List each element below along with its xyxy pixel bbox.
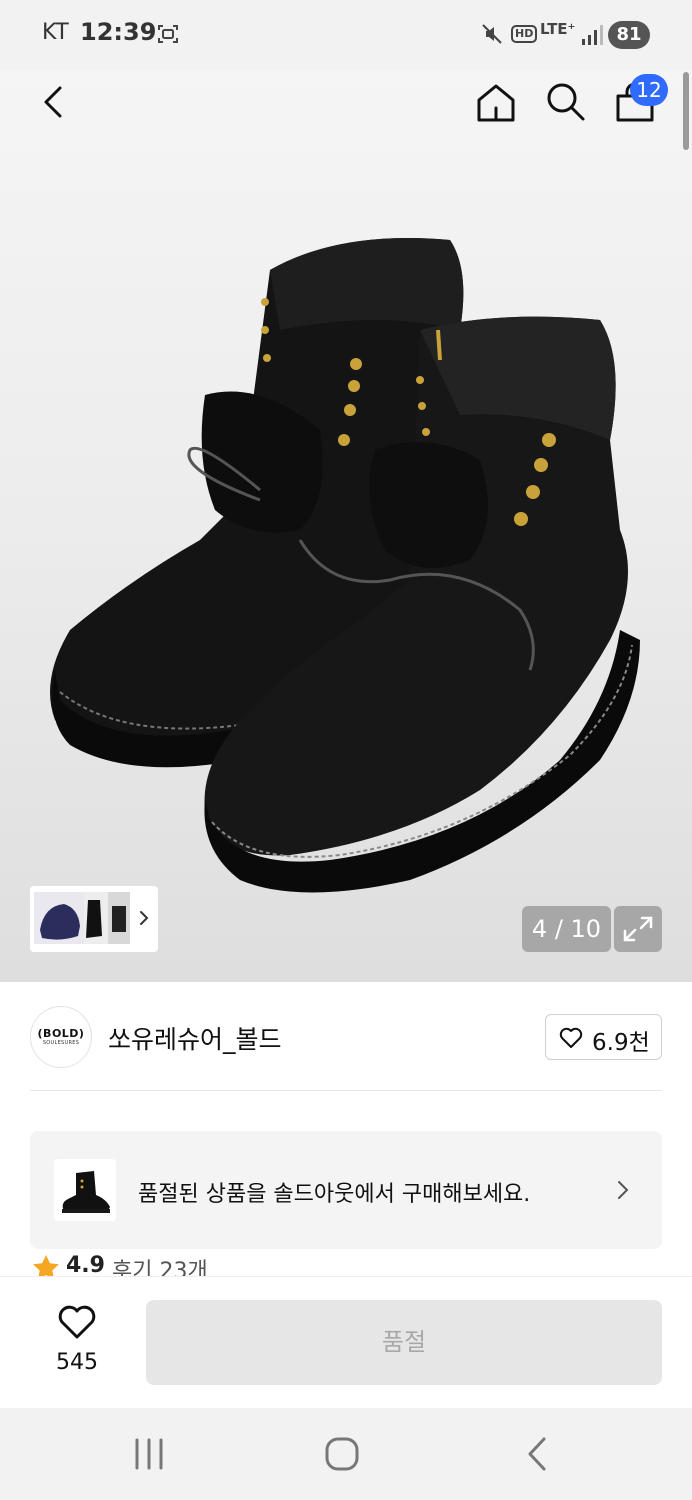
status-time: 12:39 — [80, 18, 157, 46]
banner-product-thumbnail — [54, 1159, 116, 1221]
back-icon[interactable] — [34, 82, 74, 122]
network-label: LTE⁺ — [540, 20, 576, 38]
thumbnail-strip[interactable] — [30, 886, 158, 952]
soldout-button[interactable]: 품절 — [146, 1300, 662, 1385]
carrier-label: KT — [42, 20, 70, 45]
search-icon[interactable] — [542, 78, 588, 124]
soldout-banner-text: 품절된 상품을 솔드아웃에서 구매해보세요. — [138, 1182, 531, 1207]
screenshot-icon — [158, 25, 178, 43]
cart-count-badge[interactable]: 12 — [630, 74, 668, 106]
thumbnail-image[interactable] — [34, 892, 130, 944]
chevron-right-icon — [618, 1181, 629, 1199]
brand-like-count: 6.9천 — [592, 1030, 650, 1056]
scrollbar[interactable] — [683, 72, 689, 150]
expand-icon — [623, 916, 653, 942]
brand-logo-subtext: SOULESURES — [42, 1040, 80, 1046]
heart-icon — [559, 1027, 583, 1048]
brand-name[interactable]: 쏘유레슈어_볼드 — [108, 1020, 282, 1056]
battery-indicator: 81 — [608, 21, 650, 49]
chevron-right-icon[interactable] — [134, 908, 154, 928]
system-home-icon[interactable] — [324, 1436, 360, 1472]
brand-like-button[interactable]: 6.9천 — [545, 1014, 662, 1060]
divider — [30, 1090, 662, 1091]
heart-icon[interactable] — [56, 1302, 98, 1342]
status-bar: KT 12:39 HD LTE⁺ 81 — [0, 0, 692, 70]
gallery-page-indicator: 4 / 10 — [522, 906, 611, 952]
hd-badge: HD — [511, 25, 538, 43]
expand-button[interactable] — [614, 906, 662, 952]
recent-apps-icon[interactable] — [130, 1437, 168, 1471]
system-back-icon[interactable] — [522, 1436, 552, 1472]
wish-count: 545 — [56, 1350, 98, 1375]
home-icon[interactable] — [473, 80, 519, 126]
brand-logo[interactable]: (BOLD) SOULESURES — [30, 1006, 92, 1068]
soldout-banner[interactable]: 품절된 상품을 솔드아웃에서 구매해보세요. — [30, 1131, 662, 1249]
product-image[interactable] — [0, 200, 692, 920]
signal-icon — [582, 25, 603, 45]
mute-icon — [482, 24, 502, 44]
brand-logo-text: (BOLD) — [37, 1027, 85, 1040]
rating-score: 4.9 — [66, 1253, 105, 1278]
